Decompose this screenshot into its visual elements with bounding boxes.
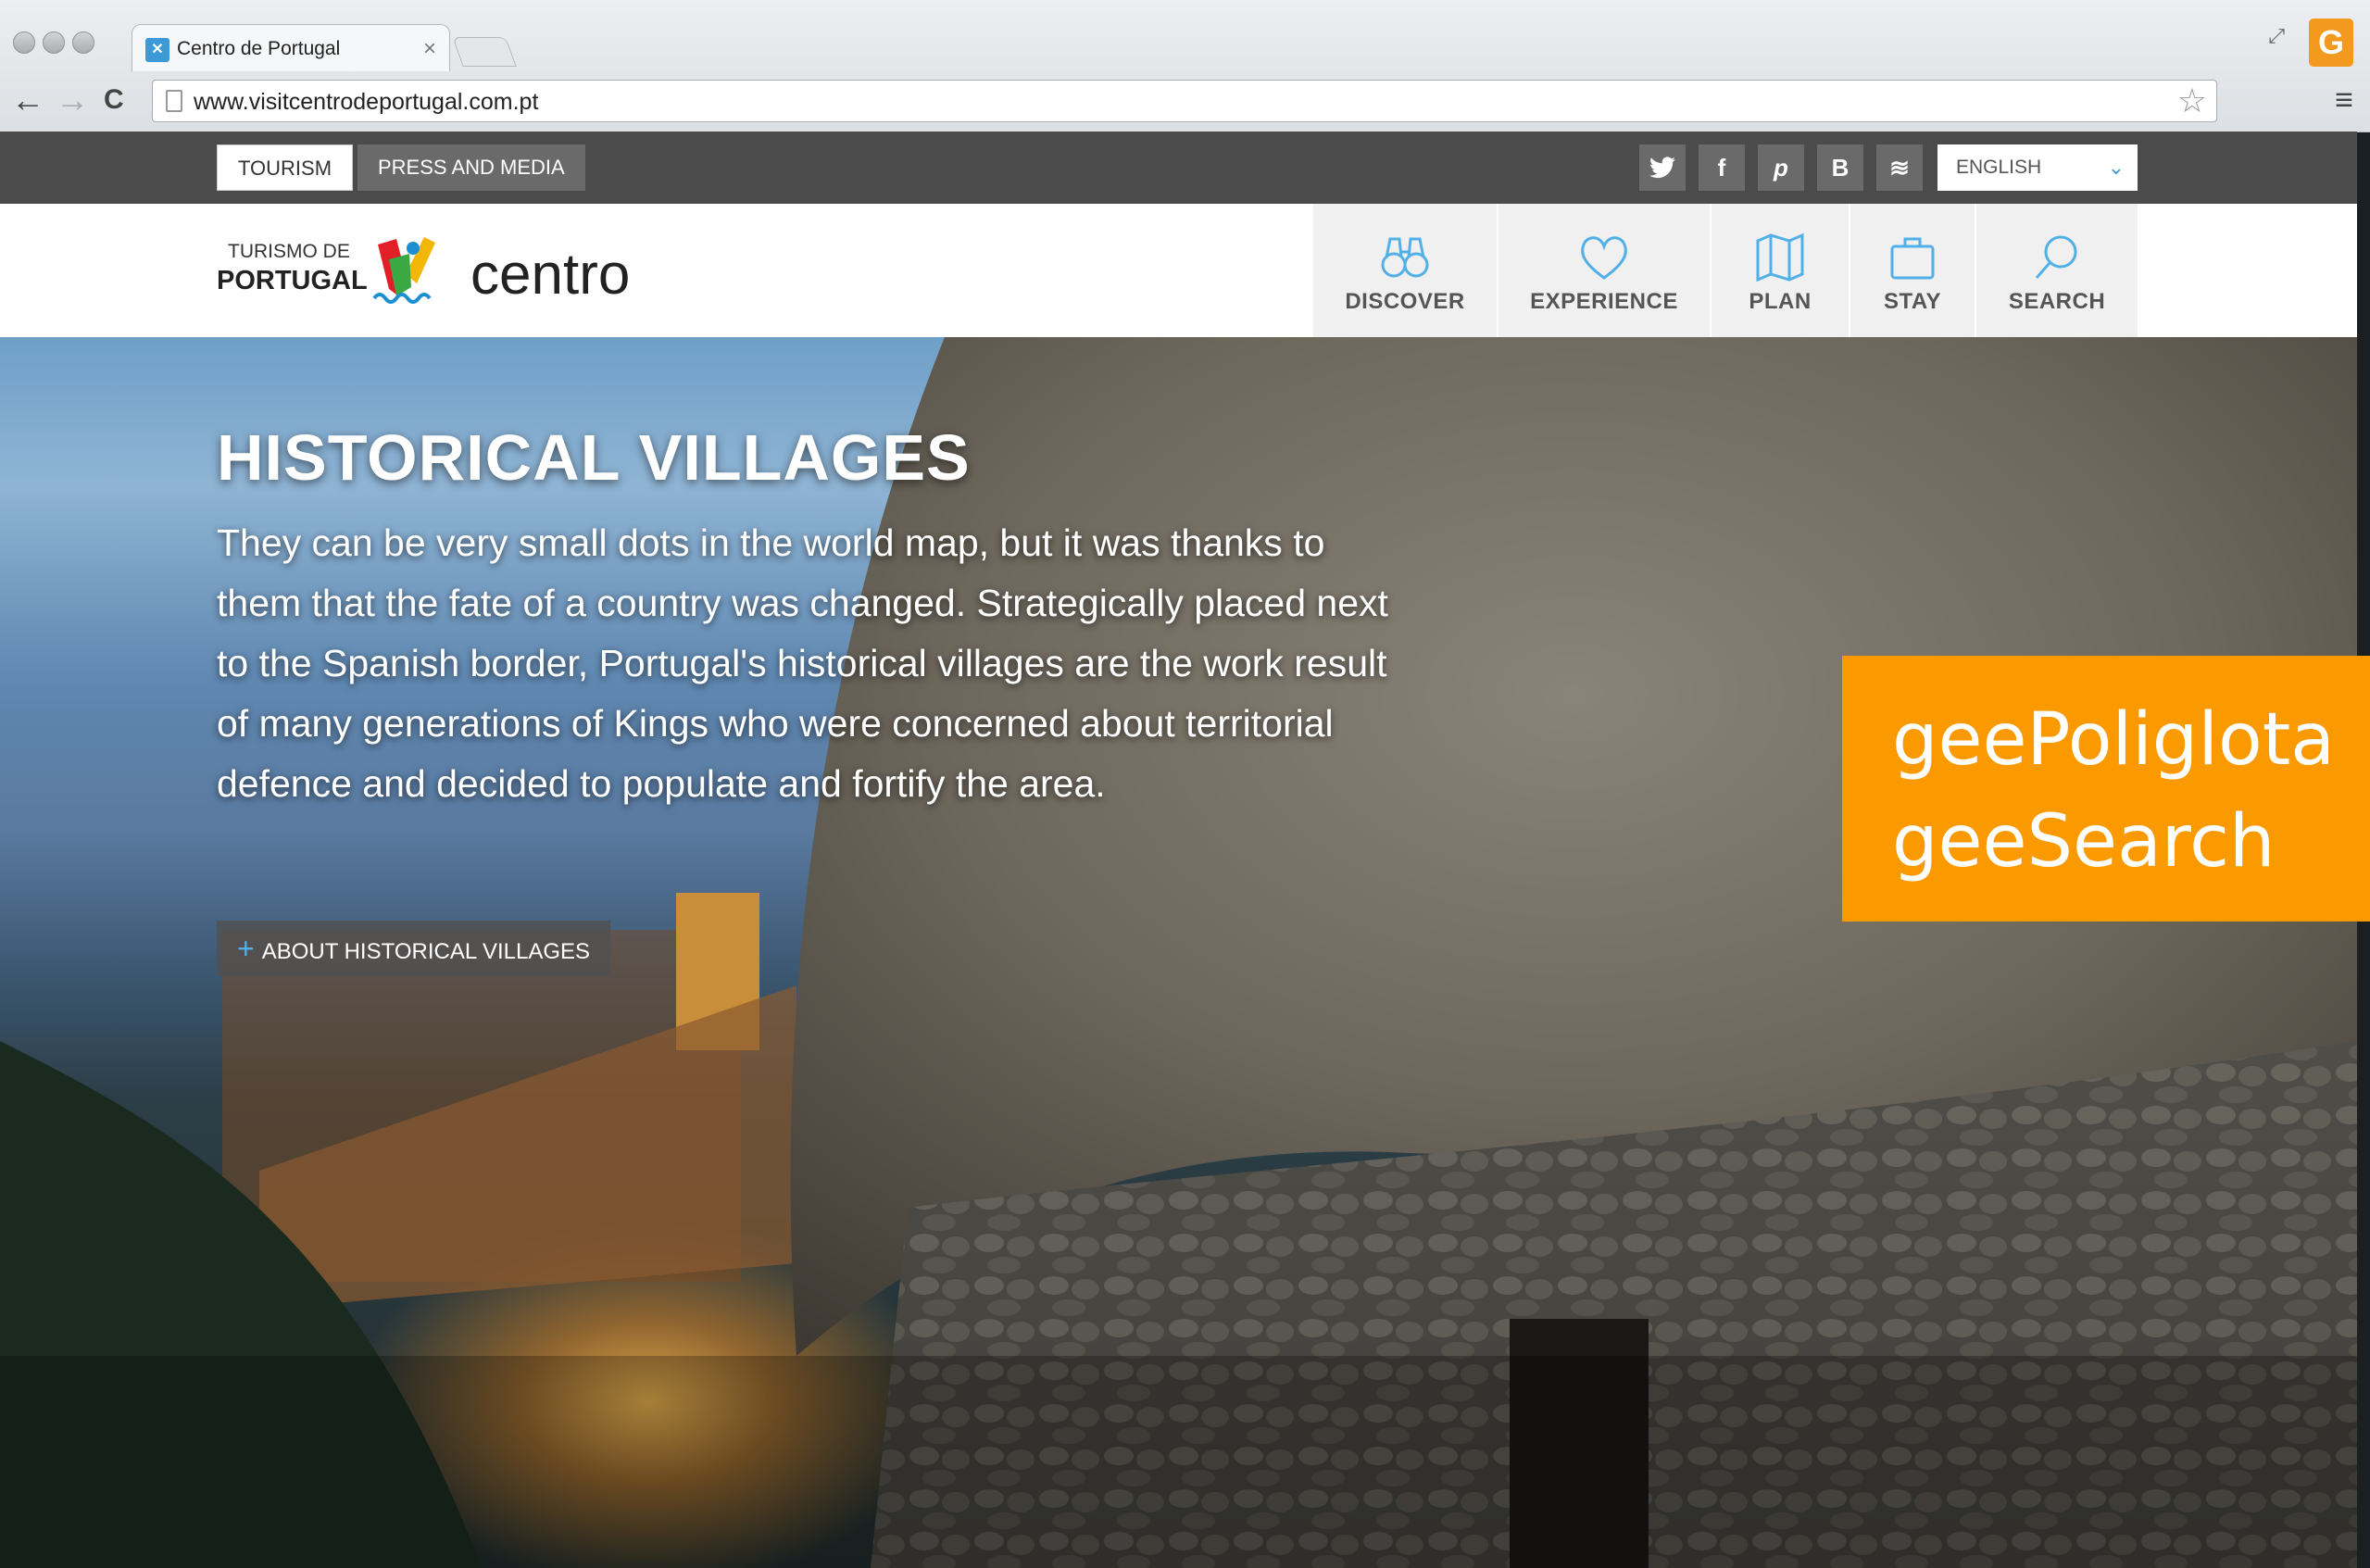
nav-search[interactable]: SEARCH — [1975, 204, 2138, 337]
search-icon — [2035, 235, 2077, 279]
nav-plan[interactable]: PLAN — [1710, 204, 1849, 337]
logo-line2: PORTUGAL — [217, 266, 368, 295]
browser-chrome: ✕ Centro de Portugal × ⤢ G ← → C www.vis… — [0, 0, 2370, 132]
hero-banner: HISTORICAL VILLAGES They can be very sma… — [0, 337, 2357, 1568]
language-select[interactable]: ENGLISH ⌄ — [1937, 144, 2138, 191]
window-close-button[interactable] — [13, 31, 35, 54]
rss-icon[interactable]: ≋ — [1876, 144, 1923, 191]
site-header: TURISMO DE PORTUGAL centro DISCOVER EXPE… — [0, 204, 2357, 337]
fullscreen-icon[interactable]: ⤢ — [2268, 24, 2285, 48]
tourism-link[interactable]: TOURISM — [217, 144, 354, 191]
nav-search-label: SEARCH — [2008, 289, 2106, 314]
about-historical-villages-button[interactable]: + ABOUT HISTORICAL VILLAGES — [217, 921, 611, 976]
map-icon — [1756, 232, 1804, 282]
press-media-link[interactable]: PRESS AND MEDIA — [357, 144, 585, 191]
turismo-portugal-logo-icon[interactable] — [369, 232, 446, 309]
tab-close-icon[interactable]: × — [423, 36, 436, 62]
twitter-icon[interactable] — [1639, 144, 1686, 191]
nav-discover-label: DISCOVER — [1345, 289, 1465, 314]
nav-stay-label: STAY — [1883, 289, 1942, 314]
extension-icon[interactable]: G — [2309, 19, 2353, 67]
url-text[interactable]: www.visitcentrodeportugal.com.pt — [194, 88, 538, 116]
nav-plan-label: PLAN — [1749, 289, 1812, 314]
logo-line1: TURISMO DE — [228, 241, 350, 262]
nav-discover[interactable]: DISCOVER — [1311, 204, 1497, 337]
facebook-icon[interactable]: f — [1699, 144, 1745, 191]
forward-button[interactable]: → — [56, 80, 89, 120]
address-bar[interactable]: www.visitcentrodeportugal.com.pt ☆ — [152, 80, 2217, 122]
plus-icon: + — [237, 932, 255, 965]
binoculars-icon — [1381, 237, 1429, 278]
promo-line-1: geePoliglota — [1892, 698, 2336, 782]
about-button-label: ABOUT HISTORICAL VILLAGES — [261, 939, 591, 964]
browser-tab[interactable]: ✕ Centro de Portugal × — [132, 24, 450, 71]
browser-menu-icon[interactable]: ≡ — [2335, 80, 2353, 120]
logo-wordmark[interactable]: centro — [470, 243, 630, 307]
nav-experience[interactable]: EXPERIENCE — [1497, 204, 1710, 337]
pinterest-icon[interactable]: p — [1758, 144, 1804, 191]
suitcase-icon — [1890, 237, 1935, 280]
chevron-down-icon: ⌄ — [2107, 156, 2125, 179]
promo-overlay: geePoliglota geeSearch — [1842, 656, 2370, 922]
site-topbar: TOURISM PRESS AND MEDIA f p B ≋ ENGLISH … — [0, 132, 2357, 204]
site-favicon-icon: ✕ — [145, 38, 169, 62]
nav-stay[interactable]: STAY — [1849, 204, 1975, 337]
hero-title: HISTORICAL VILLAGES — [217, 421, 971, 494]
tab-title: Centro de Portugal — [177, 38, 341, 59]
page-icon — [166, 90, 182, 112]
back-button[interactable]: ← — [11, 80, 44, 120]
blogger-icon[interactable]: B — [1817, 144, 1863, 191]
window-zoom-button[interactable] — [72, 31, 94, 54]
language-value: ENGLISH — [1956, 157, 2042, 178]
nav-experience-label: EXPERIENCE — [1530, 289, 1678, 314]
heart-icon — [1581, 236, 1627, 280]
reload-button[interactable]: C — [104, 80, 124, 120]
bookmark-star-icon[interactable]: ☆ — [2177, 82, 2207, 119]
hero-description: They can be very small dots in the world… — [217, 521, 1388, 805]
promo-line-2: geeSearch — [1892, 800, 2276, 884]
window-minimize-button[interactable] — [43, 31, 65, 54]
new-tab-button[interactable] — [452, 37, 517, 67]
